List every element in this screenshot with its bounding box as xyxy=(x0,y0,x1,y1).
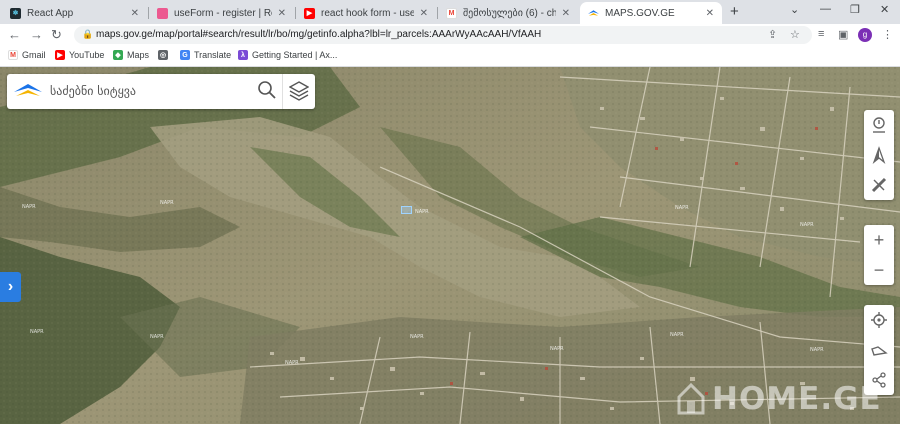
bookmark-globe[interactable]: ◎ xyxy=(158,50,172,60)
ruler-icon xyxy=(871,177,887,193)
street-view-button[interactable] xyxy=(864,110,894,140)
bookmark-star-icon[interactable]: ☆ xyxy=(790,28,800,41)
minimize-button[interactable]: — xyxy=(820,3,831,15)
bookmark-label: Gmail xyxy=(22,50,46,60)
bookmark-gmail[interactable]: M Gmail xyxy=(8,50,46,60)
bookmark-label: Translate xyxy=(194,50,232,60)
measure-button[interactable] xyxy=(864,170,894,200)
map-label: NAPR xyxy=(550,346,564,352)
bookmark-translate[interactable]: G Translate xyxy=(180,50,231,60)
watermark-text: HOME.GE xyxy=(712,381,882,417)
zoom-in-button[interactable]: + xyxy=(864,225,894,255)
polygon-icon xyxy=(871,346,888,356)
compass-button[interactable] xyxy=(864,140,894,170)
map-label: NAPR xyxy=(810,347,824,353)
satellite-imagery[interactable] xyxy=(0,67,900,424)
pegman-icon xyxy=(873,117,885,133)
restore-button[interactable]: ❐ xyxy=(850,3,860,16)
map-label: NAPR xyxy=(22,204,36,210)
map-label: NAPR xyxy=(160,200,174,206)
map-label: NAPR xyxy=(150,334,164,340)
share-icon[interactable]: ⇪ xyxy=(768,28,777,41)
tab-title: react hook form - useForm: I xyxy=(321,7,414,19)
layers-icon[interactable] xyxy=(288,80,310,107)
map-tools-group xyxy=(864,110,894,200)
map-search-panel: საძებნი სიტყვა xyxy=(7,74,315,109)
close-icon[interactable]: ✕ xyxy=(278,8,286,19)
browser-toolbar: ← → ↻ 🔒 maps.gov.ge/map/portal#search/re… xyxy=(0,24,900,46)
tab-title: React App xyxy=(27,7,74,19)
expand-sidebar-button[interactable]: › xyxy=(0,272,21,302)
forward-button[interactable]: → xyxy=(30,27,43,42)
close-icon[interactable]: ✕ xyxy=(706,8,714,19)
draw-area-button[interactable] xyxy=(864,335,894,365)
satellite-map[interactable]: NAPR NAPR NAPR NAPR NAPR NAPR NAPR NAPR … xyxy=(0,67,900,424)
bookmark-label: Maps xyxy=(127,50,150,60)
reload-button[interactable]: ↻ xyxy=(51,27,62,43)
zoom-out-button[interactable]: − xyxy=(864,255,894,285)
map-label: NAPR xyxy=(675,205,689,211)
side-panel-icon[interactable]: ▣ xyxy=(838,28,848,41)
youtube-icon: ▶ xyxy=(304,7,315,19)
maps-gov-logo-icon xyxy=(13,82,43,105)
menu-kebab-icon[interactable]: ⋮ xyxy=(882,28,893,41)
tab-title: useForm - register | React Hoo xyxy=(174,7,272,19)
maps-gov-logo-icon xyxy=(588,8,599,19)
zoom-control-group: + − xyxy=(864,225,894,285)
reading-list-icon[interactable]: ≡ xyxy=(818,28,824,40)
selected-parcel[interactable] xyxy=(401,206,412,214)
search-icon[interactable] xyxy=(257,80,277,105)
tab-useform-register[interactable]: useForm - register | React Hoo ✕ xyxy=(149,2,294,24)
globe-icon: ◎ xyxy=(158,50,168,60)
close-icon[interactable]: ✕ xyxy=(562,8,570,19)
map-label: NAPR xyxy=(285,360,299,366)
crosshair-icon xyxy=(871,312,887,328)
map-label: NAPR xyxy=(670,332,684,338)
profile-avatar[interactable]: g xyxy=(858,28,872,42)
tab-gmail[interactable]: M შემოსულები (6) - chikviladz ✕ xyxy=(438,2,578,24)
bookmark-label: YouTube xyxy=(69,50,105,60)
home-watermark-icon xyxy=(676,381,706,420)
bookmark-getting-started[interactable]: λ Getting Started | Ax... xyxy=(238,50,337,60)
bookmark-label: Getting Started | Ax... xyxy=(252,50,338,60)
address-bar[interactable]: 🔒 maps.gov.ge/map/portal#search/result/l… xyxy=(74,26,812,44)
react-icon: ⚛ xyxy=(10,7,21,19)
back-button[interactable]: ← xyxy=(8,27,21,42)
tab-bar: ⚛ React App ✕ useForm - register | React… xyxy=(0,0,900,24)
map-label: NAPR xyxy=(410,334,424,340)
tab-maps-gov-ge[interactable]: MAPS.GOV.GE ✕ xyxy=(580,2,722,24)
map-label: NAPR xyxy=(800,222,814,228)
map-label: NAPR xyxy=(415,209,429,215)
bookmark-maps[interactable]: ◆ Maps xyxy=(113,50,149,60)
close-icon[interactable]: ✕ xyxy=(420,8,428,19)
axios-icon: λ xyxy=(238,50,248,60)
youtube-icon: ▶ xyxy=(55,50,65,60)
close-window-button[interactable]: ✕ xyxy=(880,3,889,16)
compass-icon xyxy=(872,146,886,164)
tab-react-hook-form-video[interactable]: ▶ react hook form - useForm: I ✕ xyxy=(296,2,436,24)
translate-icon: G xyxy=(180,50,190,60)
close-icon[interactable]: ✕ xyxy=(131,8,139,19)
my-location-button[interactable] xyxy=(864,305,894,335)
url-text[interactable]: maps.gov.ge/map/portal#search/result/lr/… xyxy=(96,29,541,40)
bookmarks-bar: M Gmail ▶ YouTube ◆ Maps ◎ G Translate λ… xyxy=(0,46,900,67)
tab-title: MAPS.GOV.GE xyxy=(605,7,675,19)
bookmark-youtube[interactable]: ▶ YouTube xyxy=(55,50,104,60)
react-hook-form-icon xyxy=(157,7,168,19)
divider xyxy=(282,74,283,109)
tab-title: შემოსულები (6) - chikviladz xyxy=(463,7,556,19)
new-tab-button[interactable]: + xyxy=(730,3,739,20)
gmail-icon: M xyxy=(8,50,18,60)
tab-react-app[interactable]: ⚛ React App ✕ xyxy=(2,2,147,24)
map-label: NAPR xyxy=(30,329,44,335)
gmail-icon: M xyxy=(446,7,457,19)
maps-icon: ◆ xyxy=(113,50,123,60)
search-input[interactable]: საძებნი სიტყვა xyxy=(50,84,136,98)
lock-icon[interactable]: 🔒 xyxy=(82,29,93,40)
tab-search-icon[interactable]: ⌄ xyxy=(790,3,799,16)
